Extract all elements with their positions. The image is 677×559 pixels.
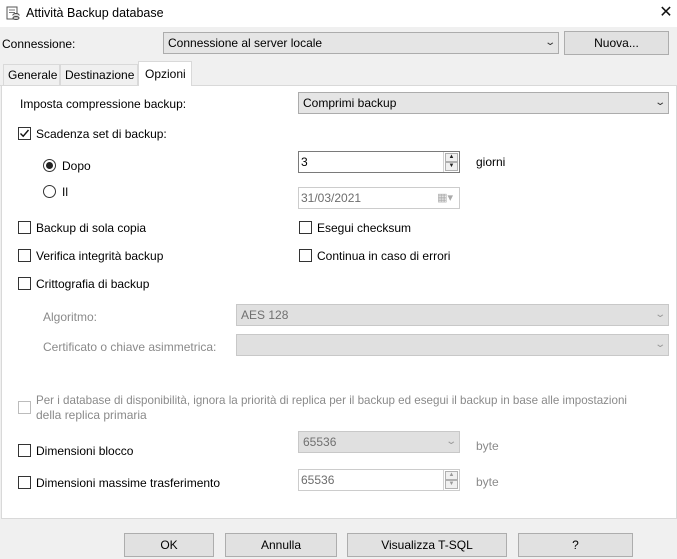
verify-checkbox[interactable]	[18, 249, 31, 262]
block-size-checkbox[interactable]	[18, 444, 31, 457]
max-transfer-input[interactable]: 65536 ▲ ▼	[298, 469, 460, 491]
compression-select[interactable]: Comprimi backup ⌄	[298, 92, 669, 114]
cancel-button[interactable]: Annulla	[225, 533, 337, 557]
algorithm-select-value: AES 128	[241, 308, 289, 322]
tab-generale[interactable]: Generale	[3, 64, 60, 86]
tab-generale-label: Generale	[8, 68, 58, 82]
after-days-input[interactable]: 3 ▲ ▼	[298, 151, 460, 173]
checkmark-icon	[20, 129, 30, 138]
certificate-label: Certificato o chiave asimmetrica:	[43, 340, 217, 354]
block-size-label: Dimensioni blocco	[36, 444, 134, 458]
checksum-label: Esegui checksum	[317, 221, 412, 235]
on-date-label: Il	[62, 185, 68, 199]
on-date-radio[interactable]	[43, 185, 56, 198]
new-connection-button[interactable]: Nuova...	[564, 31, 669, 55]
chevron-down-icon: ⌄	[653, 339, 666, 350]
spin-up-icon[interactable]: ▲	[445, 471, 458, 480]
chevron-down-icon: ⌄	[444, 436, 457, 447]
availability-label: Per i database di disponibilità, ignora …	[36, 393, 651, 423]
encryption-label: Crittografia di backup	[36, 277, 150, 291]
max-transfer-unit: byte	[476, 475, 499, 489]
block-size-value: 65536	[303, 435, 337, 449]
ok-button[interactable]: OK	[124, 533, 214, 557]
chevron-down-icon: ⌄	[543, 37, 556, 48]
compression-select-value: Comprimi backup	[303, 96, 397, 110]
after-radio[interactable]	[43, 159, 56, 172]
window-title: Attività Backup database	[26, 6, 164, 20]
connection-select[interactable]: Connessione al server locale ⌄	[163, 32, 559, 54]
on-date-value: 31/03/2021	[301, 191, 362, 205]
block-size-select[interactable]: 65536 ⌄	[298, 431, 460, 453]
database-backup-icon	[6, 6, 20, 20]
algorithm-select[interactable]: AES 128 ⌄	[236, 304, 669, 326]
algorithm-label: Algoritmo:	[43, 310, 98, 324]
copy-only-checkbox[interactable]	[18, 221, 31, 234]
block-size-unit: byte	[476, 439, 499, 453]
expiration-label: Scadenza set di backup:	[36, 127, 167, 141]
spin-up-icon[interactable]: ▲	[445, 153, 458, 162]
max-transfer-checkbox[interactable]	[18, 476, 31, 489]
calendar-icon: ▦▾	[437, 192, 453, 204]
verify-label: Verifica integrità backup	[36, 249, 164, 263]
tab-opzioni[interactable]: Opzioni	[138, 61, 192, 86]
connection-label: Connessione:	[2, 37, 76, 51]
max-transfer-value: 65536	[301, 473, 335, 487]
continue-on-error-checkbox[interactable]	[299, 249, 312, 262]
after-label: Dopo	[62, 159, 91, 173]
max-transfer-label: Dimensioni massime trasferimento	[36, 476, 221, 490]
encryption-checkbox[interactable]	[18, 277, 31, 290]
tab-destinazione-label: Destinazione	[65, 68, 135, 82]
help-button[interactable]: ?	[518, 533, 633, 557]
after-days-value: 3	[301, 155, 308, 169]
close-icon[interactable]: ✕	[655, 3, 677, 23]
checksum-checkbox[interactable]	[299, 221, 312, 234]
availability-label-line2: della replica primaria	[36, 408, 147, 422]
copy-only-label: Backup di sola copia	[36, 221, 147, 235]
expiration-checkbox[interactable]	[18, 127, 31, 140]
chevron-down-icon: ⌄	[653, 309, 666, 320]
compression-label: Imposta compressione backup:	[20, 97, 187, 111]
spin-down-icon[interactable]: ▼	[445, 162, 458, 171]
spin-down-icon[interactable]: ▼	[445, 480, 458, 489]
certificate-select[interactable]: ⌄	[236, 334, 669, 356]
availability-label-line1: Per i database di disponibilità, ignora …	[36, 394, 627, 407]
tab-destinazione[interactable]: Destinazione	[60, 64, 138, 86]
on-date-picker[interactable]: 31/03/2021 ▦▾	[298, 187, 460, 209]
spin-buttons: ▲ ▼	[443, 152, 459, 172]
radio-selected-dot	[46, 162, 53, 169]
availability-checkbox[interactable]	[18, 401, 31, 414]
connection-select-value: Connessione al server locale	[168, 36, 323, 50]
chevron-down-icon: ⌄	[653, 97, 666, 108]
after-unit-label: giorni	[476, 155, 506, 169]
script-button[interactable]: Visualizza T-SQL	[347, 533, 507, 557]
continue-on-error-label: Continua in caso di errori	[317, 249, 451, 263]
tab-opzioni-label: Opzioni	[145, 67, 186, 81]
spin-buttons: ▲ ▼	[443, 470, 459, 490]
